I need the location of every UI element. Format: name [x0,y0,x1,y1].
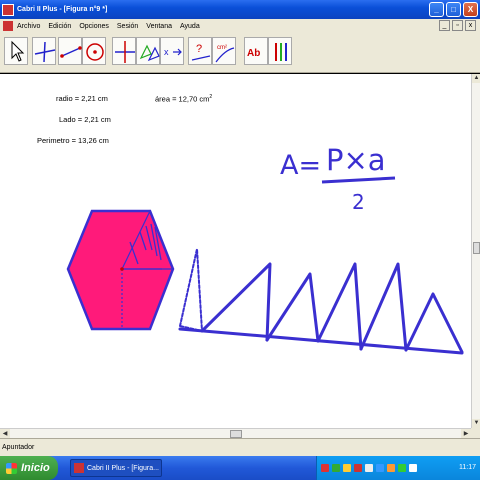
menu-opciones[interactable]: Opciones [79,23,109,30]
menu-archivo[interactable]: Archivo [17,23,40,30]
tool-check-property[interactable]: ? [188,37,212,65]
taskbar-item-label: Cabri II Plus - [Figura... [87,464,159,472]
tray-icon-6[interactable] [376,464,384,472]
figure: A= P×a 2 [66,143,464,355]
menu-bar: Archivo Edición Opciones Sesión Ventana … [0,19,480,33]
formula-denominator: 2 [352,190,365,214]
menu-ayuda[interactable]: Ayuda [180,23,200,30]
formula-numerator: P×a [326,143,386,177]
tool-perpendicular[interactable] [112,37,136,65]
circle-icon [86,43,104,61]
tray-icon-5[interactable] [365,464,373,472]
transform-icon [139,44,160,62]
document-icon[interactable] [3,21,13,31]
tool-segment[interactable] [58,37,82,65]
doc-minimize-button[interactable]: _ [439,20,450,31]
tray-icon-8[interactable] [398,464,406,472]
status-bar: Apuntador [0,438,480,456]
vertical-scroll-thumb[interactable] [473,242,480,254]
tool-transform[interactable] [136,37,160,65]
formula-lhs: A= [280,150,321,181]
close-button[interactable]: X [463,2,478,17]
perpendicular-icon [115,41,135,63]
measure-icon: cm² [215,45,235,63]
segment-icon [60,46,82,58]
tool-display[interactable] [268,37,292,65]
horizontal-scrollbar[interactable]: ◀ ▶ [0,428,471,439]
title-bar: Cabri II Plus - [Figura n°9 *] _ □ X [0,0,480,19]
unrolled-triangles [178,248,464,355]
window-controls: _ □ X [429,2,478,17]
drawing-canvas[interactable]: radio = 2,21 cm área = 12,70 cm2 Lado = … [0,74,471,428]
status-text: Apuntador [2,444,35,451]
question-icon: ? [191,43,211,61]
area-formula: A= P×a 2 [280,143,396,214]
svg-text:cm²: cm² [217,45,227,51]
tool-circle[interactable] [82,37,106,65]
tool-lines[interactable] [32,37,56,65]
minimize-button[interactable]: _ [429,2,444,17]
doc-restore-button[interactable]: ▫ [452,20,463,31]
doc-close-button[interactable]: x [465,20,476,31]
windows-logo-icon [6,462,17,474]
svg-text:x: x [164,47,169,57]
taskbar-item-cabri[interactable]: Cabri II Plus - [Figura... [70,459,162,477]
pointer-icon [11,40,25,62]
vertical-scrollbar[interactable]: ▲ ▼ [471,74,480,428]
menu-sesion[interactable]: Sesión [117,23,138,30]
tray-icon-4[interactable] [354,464,362,472]
scroll-down-icon[interactable]: ▼ [472,419,480,428]
taskbar: Inicio Cabri II Plus - [Figura... 11:17 [0,456,480,480]
svg-text:?: ? [196,43,202,55]
macro-icon: x [164,47,182,57]
lines-icon [34,41,56,63]
tool-macro[interactable]: x [160,37,184,65]
display-icon [275,43,287,61]
cabri-app-icon [74,463,84,473]
toolbar: x ? cm² Ab [0,33,480,73]
tray-icon-2[interactable] [332,464,340,472]
tool-measure[interactable]: cm² [212,37,236,65]
fraction-bar [321,176,396,184]
start-button[interactable]: Inicio [0,456,58,480]
maximize-button[interactable]: □ [446,2,461,17]
clock: 11:17 [459,464,476,471]
menu-edicion[interactable]: Edición [48,23,71,30]
system-tray: 11:17 [316,456,480,480]
volume-icon[interactable] [409,464,417,472]
horizontal-scroll-thumb[interactable] [230,430,242,438]
window-title: Cabri II Plus - [Figura n°9 *] [17,6,108,13]
tray-icon-1[interactable] [321,464,329,472]
menu-ventana[interactable]: Ventana [146,23,172,30]
tray-icon-7[interactable] [387,464,395,472]
scroll-corner [471,428,480,438]
app-icon [2,3,14,16]
start-label: Inicio [21,462,50,474]
center-point[interactable] [120,267,124,271]
scroll-up-icon[interactable]: ▲ [472,74,480,83]
tray-icon-3[interactable] [343,464,351,472]
tool-text[interactable]: Ab [244,37,268,65]
text-icon: Ab [247,48,260,59]
tool-pointer[interactable] [4,37,28,65]
svg-text:Ab: Ab [247,48,260,59]
